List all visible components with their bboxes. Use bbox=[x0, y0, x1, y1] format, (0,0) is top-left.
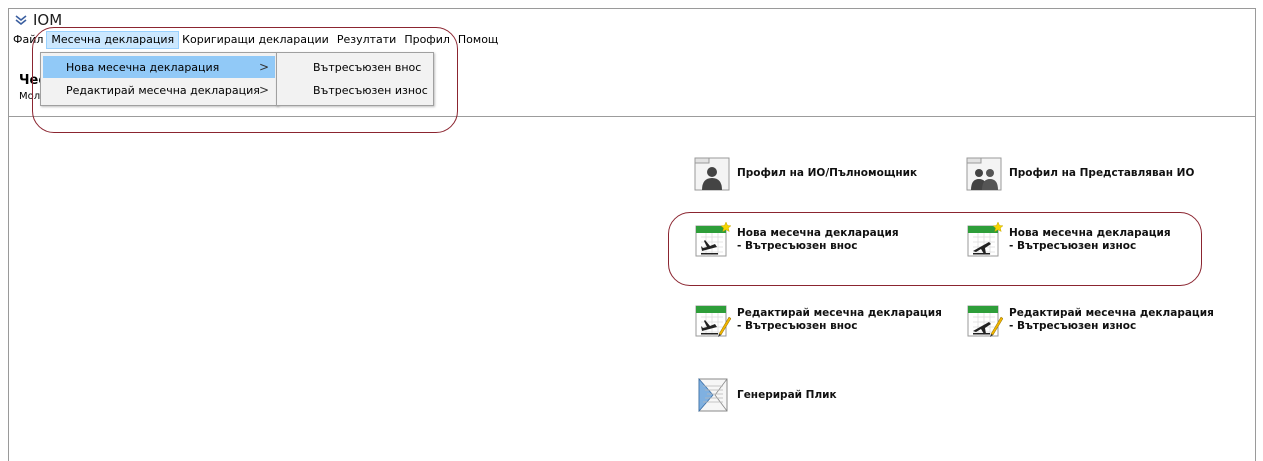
declaration-submenu: Вътресъюзен внос Вътресъюзен износ bbox=[276, 52, 434, 106]
new-export-label: Нова месечна декларация - Вътресъюзен из… bbox=[1009, 227, 1171, 252]
menu-item-edit-declaration[interactable]: Редактирай месечна декларация > bbox=[43, 79, 275, 101]
menu-monthly-declaration[interactable]: Месечна декларация bbox=[46, 30, 180, 49]
edit-import-card[interactable]: Редактирай месечна декларация - Вътресъю… bbox=[693, 301, 942, 339]
new-import-label: Нова месечна декларация - Вътресъюзен вн… bbox=[737, 227, 899, 252]
submenu-item-import-label: Вътресъюзен внос bbox=[313, 60, 422, 74]
menu-item-edit-declaration-label: Редактирай месечна декларация bbox=[66, 83, 260, 97]
menu-help[interactable]: Помощ bbox=[454, 32, 502, 48]
title-bar: IOM bbox=[9, 9, 1255, 31]
edit-import-label: Редактирай месечна декларация - Вътресъю… bbox=[737, 307, 942, 332]
profile-rep-card[interactable]: Профил на Представляван ИО bbox=[965, 154, 1194, 192]
chevron-right-icon: > bbox=[258, 60, 269, 74]
new-import-declaration-icon bbox=[695, 221, 731, 257]
edit-export-label: Редактирай месечна декларация - Вътресъю… bbox=[1009, 307, 1214, 332]
window-title: IOM bbox=[33, 11, 63, 29]
menu-profile[interactable]: Профил bbox=[400, 32, 454, 48]
new-import-card[interactable]: Нова месечна декларация - Вътресъюзен вн… bbox=[693, 221, 899, 259]
generate-envelope-label: Генерирай Плик bbox=[737, 388, 837, 401]
menu-item-new-declaration-label: Нова месечна декларация bbox=[66, 60, 220, 74]
profile-rep-label: Профил на Представляван ИО bbox=[1009, 166, 1195, 179]
app-logo-icon bbox=[15, 15, 27, 25]
edit-import-declaration-icon bbox=[695, 305, 731, 337]
submenu-item-import[interactable]: Вътресъюзен внос bbox=[279, 56, 431, 78]
submenu-item-export[interactable]: Вътресъюзен износ bbox=[279, 79, 431, 101]
envelope-icon bbox=[698, 377, 728, 413]
generate-envelope-card[interactable]: Генерирай Плик bbox=[693, 376, 837, 414]
person-folder-icon bbox=[694, 157, 730, 191]
new-export-declaration-icon bbox=[967, 221, 1003, 257]
submenu-item-export-label: Вътресъюзен износ bbox=[313, 83, 428, 97]
edit-export-card[interactable]: Редактирай месечна декларация - Вътресъю… bbox=[965, 301, 1214, 339]
profile-io-card[interactable]: Профил на ИО/Пълномощник bbox=[693, 154, 917, 192]
edit-export-declaration-icon bbox=[967, 305, 1003, 337]
monthly-declaration-menu: Нова месечна декларация > Редактирай мес… bbox=[40, 52, 278, 106]
profile-io-label: Профил на ИО/Пълномощник bbox=[737, 166, 918, 179]
menu-bar: Файл Месечна декларация Коригиращи декла… bbox=[9, 30, 1255, 49]
people-folder-icon bbox=[966, 157, 1002, 191]
menu-file[interactable]: Файл bbox=[9, 32, 47, 48]
menu-corrective-declarations[interactable]: Коригиращи декларации bbox=[178, 32, 333, 48]
new-export-card[interactable]: Нова месечна декларация - Вътресъюзен из… bbox=[965, 221, 1171, 259]
chevron-right-icon: > bbox=[258, 83, 269, 97]
menu-item-new-declaration[interactable]: Нова месечна декларация > bbox=[43, 56, 275, 78]
menu-results[interactable]: Резултати bbox=[333, 32, 401, 48]
